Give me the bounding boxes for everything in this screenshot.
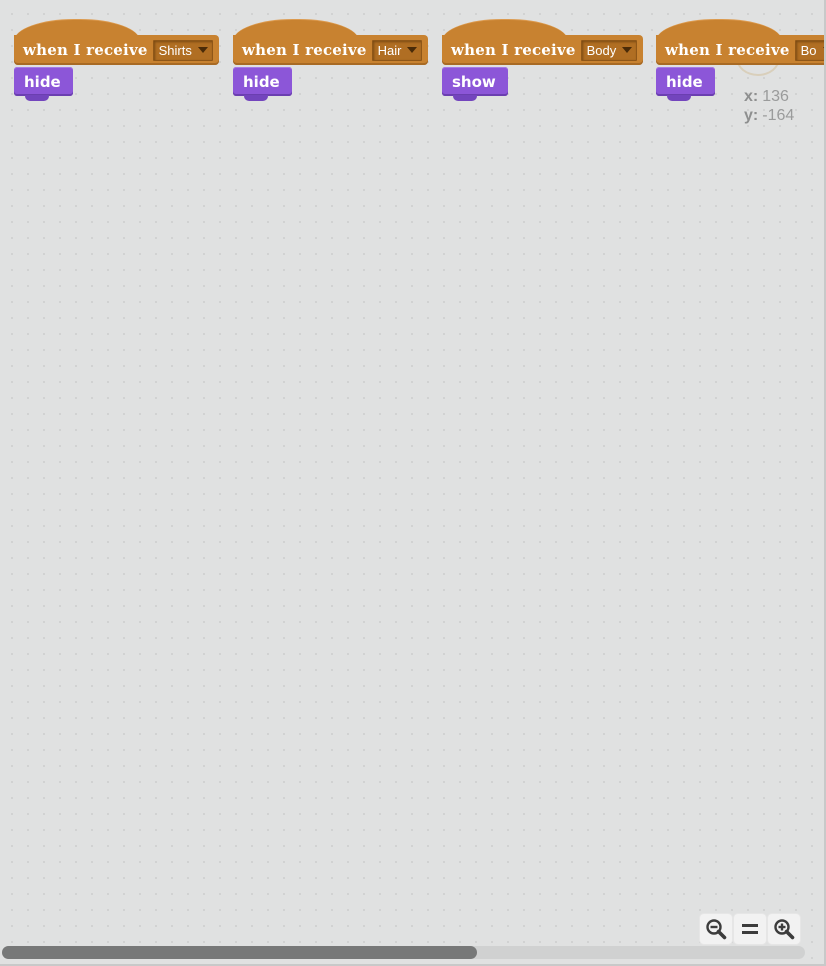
stack-body: hide bbox=[14, 67, 73, 101]
show-block[interactable]: show bbox=[442, 67, 508, 101]
message-dropdown[interactable]: Body bbox=[580, 39, 638, 61]
block-label: show bbox=[452, 72, 496, 91]
chevron-down-icon bbox=[197, 47, 208, 53]
y-value: -164 bbox=[762, 107, 795, 124]
chevron-down-icon bbox=[407, 47, 418, 53]
x-label: x: bbox=[744, 88, 759, 105]
stack-body: hide bbox=[656, 67, 715, 101]
message-dropdown[interactable]: Bo bbox=[794, 39, 824, 61]
script-stack-body[interactable]: when I receive Body show bbox=[442, 19, 644, 101]
block-label: hide bbox=[243, 72, 280, 91]
zoom-reset-button[interactable] bbox=[734, 914, 766, 944]
y-label: y: bbox=[744, 107, 759, 124]
message-value: Hair bbox=[377, 42, 402, 58]
when-i-receive-hat-block[interactable]: when I receive Hair bbox=[233, 19, 429, 65]
zoom-in-button[interactable] bbox=[768, 914, 800, 944]
message-value: Bo bbox=[800, 42, 817, 58]
when-i-receive-hat-block[interactable]: when I receive Shirts bbox=[14, 19, 219, 65]
zoom-in-icon bbox=[774, 919, 795, 940]
message-dropdown[interactable]: Hair bbox=[371, 39, 423, 61]
horizontal-scrollbar-track[interactable] bbox=[2, 946, 805, 959]
message-dropdown[interactable]: Shirts bbox=[152, 39, 213, 61]
zoom-reset-icon bbox=[742, 924, 758, 934]
hat-body: when I receive Bo bbox=[656, 35, 824, 65]
stack-body: show bbox=[442, 67, 508, 101]
when-i-receive-hat-block[interactable]: when I receive Body bbox=[442, 19, 644, 65]
hat-label: when I receive bbox=[451, 41, 576, 59]
block-label: hide bbox=[24, 72, 61, 91]
x-coordinate: x: 136 bbox=[744, 87, 794, 106]
zoom-controls bbox=[700, 914, 800, 946]
sprite-coordinates: x: 136 y: -164 bbox=[744, 87, 794, 125]
zoom-out-icon bbox=[706, 919, 727, 940]
hide-block[interactable]: hide bbox=[233, 67, 292, 101]
x-value: 136 bbox=[762, 88, 789, 105]
hat-label: when I receive bbox=[665, 41, 790, 59]
message-value: Body bbox=[586, 42, 617, 58]
script-stack-shirts[interactable]: when I receive Shirts hide bbox=[14, 19, 219, 101]
scripts-workspace[interactable]: when I receive Shirts hide when I receiv… bbox=[0, 0, 826, 966]
hide-block[interactable]: hide bbox=[656, 67, 715, 101]
hat-label: when I receive bbox=[23, 41, 148, 59]
hide-block[interactable]: hide bbox=[14, 67, 73, 101]
hat-body: when I receive Body bbox=[442, 35, 644, 65]
stack-body: hide bbox=[233, 67, 292, 101]
script-stack-hair[interactable]: when I receive Hair hide bbox=[233, 19, 429, 101]
chevron-down-icon bbox=[822, 47, 824, 53]
chevron-down-icon bbox=[622, 47, 633, 53]
hat-body: when I receive Hair bbox=[233, 35, 429, 65]
horizontal-scrollbar-thumb[interactable] bbox=[2, 946, 477, 959]
when-i-receive-hat-block[interactable]: when I receive Bo bbox=[656, 19, 824, 65]
script-stack-bo[interactable]: when I receive Bo hide bbox=[656, 19, 824, 101]
hat-body: when I receive Shirts bbox=[14, 35, 219, 65]
y-coordinate: y: -164 bbox=[744, 106, 794, 125]
message-value: Shirts bbox=[158, 42, 192, 58]
hat-label: when I receive bbox=[242, 41, 367, 59]
zoom-out-button[interactable] bbox=[700, 914, 732, 944]
block-label: hide bbox=[666, 72, 703, 91]
